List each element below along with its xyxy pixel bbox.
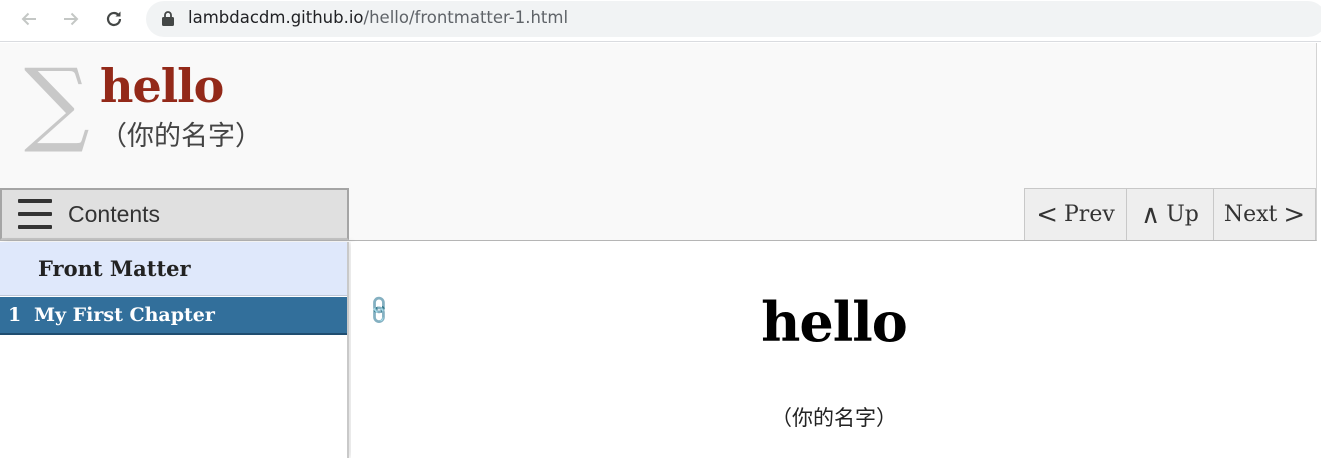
toc-chapter-title: My First Chapter	[34, 304, 215, 326]
address-bar[interactable]: lambdacdm.github.io/hello/frontmatter-1.…	[146, 1, 1321, 37]
url-path: /hello/frontmatter-1.html	[363, 8, 569, 27]
hamburger-icon	[17, 196, 53, 232]
main-content: 🔗 hello （你的名字）	[351, 242, 1321, 458]
toc-item-front-matter[interactable]: Front Matter	[0, 242, 347, 296]
url-host: lambdacdm.github.io	[188, 8, 364, 27]
chevron-left-icon: <	[1036, 199, 1058, 230]
book-title[interactable]: hello	[100, 61, 224, 112]
up-button[interactable]: ∧ Up	[1126, 188, 1214, 240]
masthead: ∑ hello （你的名字） Contents < Prev ∧ Up Next…	[0, 43, 1317, 241]
lock-icon	[162, 11, 174, 26]
reload-button[interactable]	[97, 4, 131, 34]
toc-toggle-label: Contents	[68, 200, 161, 227]
browser-toolbar: lambdacdm.github.io/hello/frontmatter-1.…	[0, 0, 1321, 42]
prev-label: Prev	[1064, 202, 1115, 227]
book-subtitle: （你的名字）	[100, 121, 262, 152]
toc-item-chapter-1[interactable]: 1 My First Chapter	[0, 297, 347, 335]
forward-button[interactable]	[54, 4, 88, 34]
chevron-up-icon: ∧	[1141, 199, 1161, 230]
toc-chapter-number: 1	[8, 304, 22, 326]
forward-arrow-icon	[64, 12, 79, 26]
sigma-logo-icon[interactable]: ∑	[24, 57, 90, 149]
up-label: Up	[1166, 202, 1199, 227]
next-label: Next	[1223, 202, 1278, 227]
author-name: （你的名字）	[771, 406, 897, 430]
reload-icon	[106, 11, 122, 27]
toc-sidebar: Front Matter 1 My First Chapter	[0, 242, 349, 458]
back-button[interactable]	[12, 4, 46, 34]
toc-toggle-button[interactable]: Contents	[0, 188, 349, 240]
chevron-right-icon: >	[1283, 199, 1306, 230]
url-text[interactable]: lambdacdm.github.io/hello/frontmatter-1.…	[188, 8, 568, 27]
back-arrow-icon	[21, 12, 36, 26]
next-button[interactable]: Next >	[1213, 188, 1316, 240]
prev-button[interactable]: < Prev	[1024, 188, 1127, 240]
page-title: hello	[761, 290, 908, 354]
